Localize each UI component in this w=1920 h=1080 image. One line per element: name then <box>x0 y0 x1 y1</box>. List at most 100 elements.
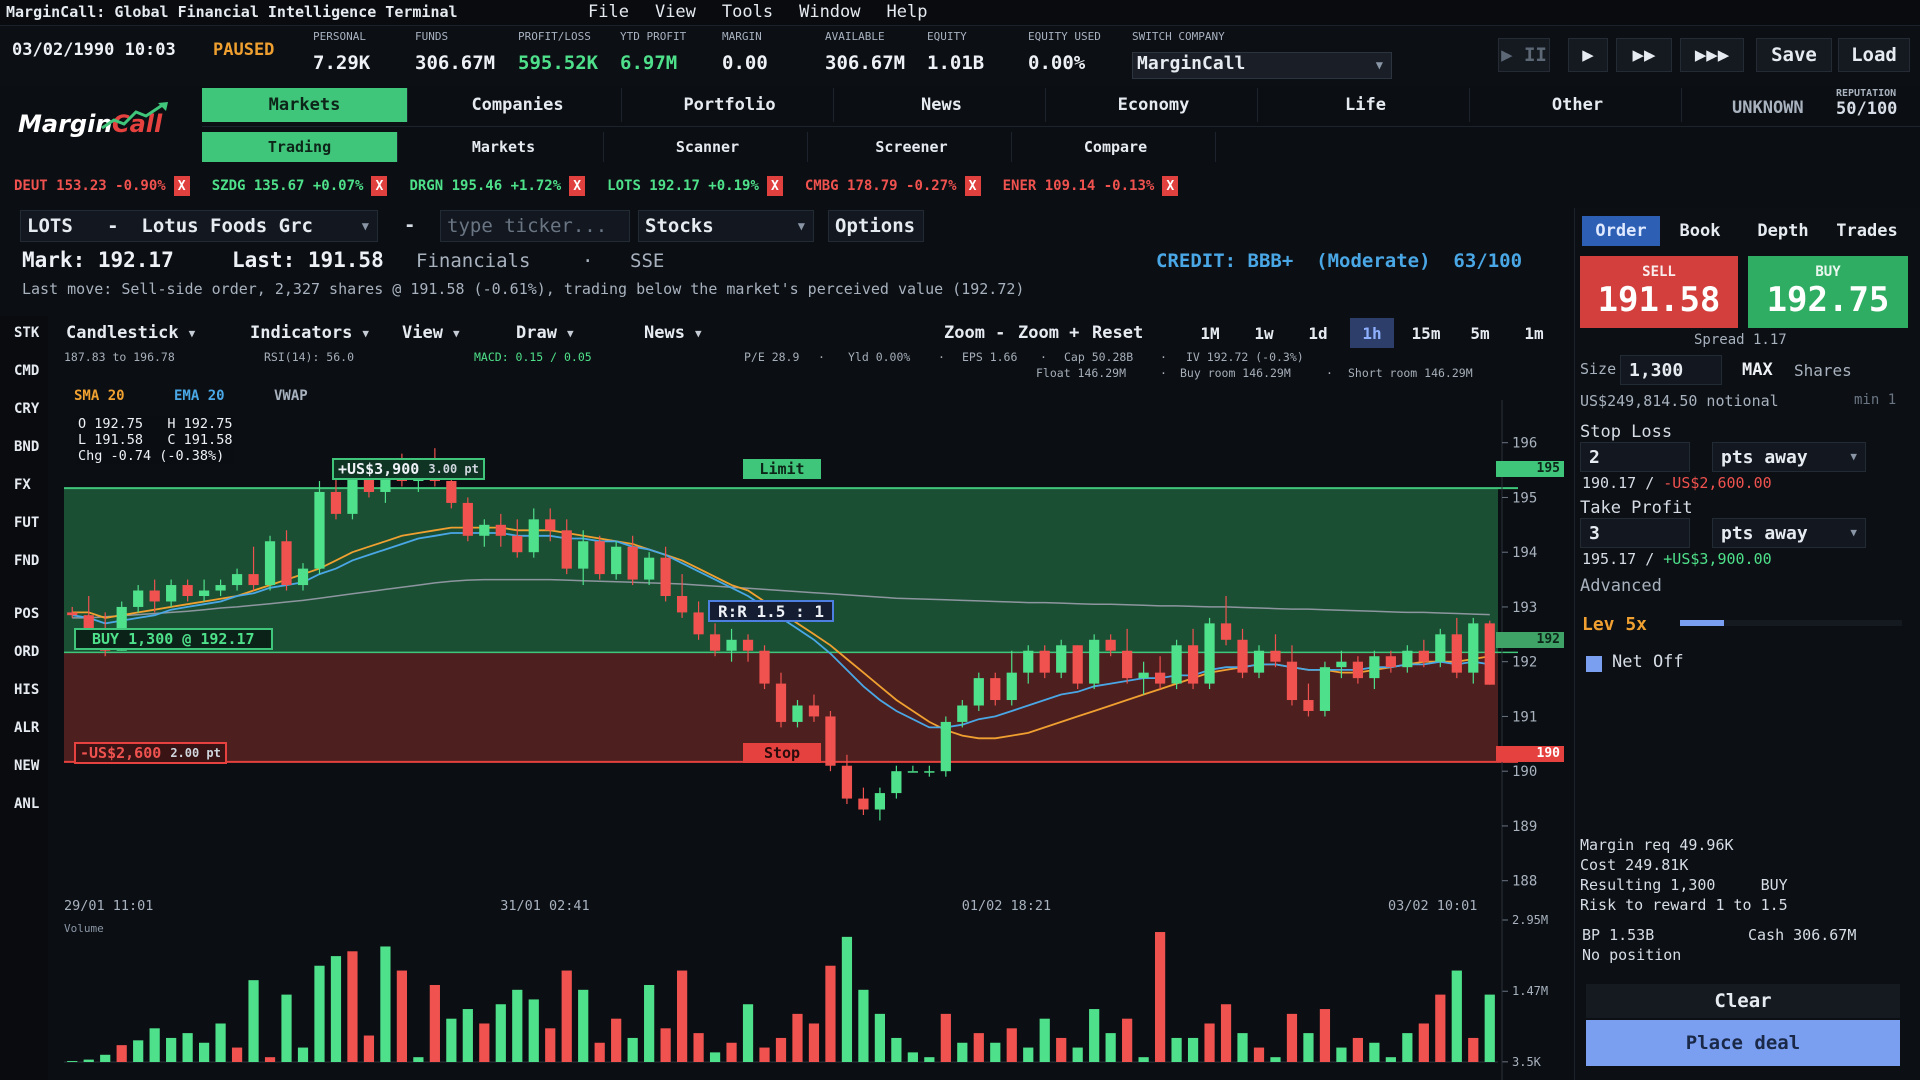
take-profit-input[interactable]: 3 <box>1580 518 1690 548</box>
menu-file[interactable]: File <box>588 2 629 22</box>
zoom-reset-button[interactable]: Reset <box>1092 320 1143 346</box>
options-button[interactable]: Options <box>828 210 924 242</box>
close-icon[interactable]: X <box>173 176 190 196</box>
rail-item-fnd[interactable]: FND <box>14 553 39 569</box>
buy-button[interactable]: BUY 192.75 <box>1748 256 1908 328</box>
stop-loss-tag[interactable]: -US$2,600 2.00 pt <box>74 742 227 764</box>
symbol-select[interactable]: LOTS - Lotus Foods Grc ▼ <box>20 210 378 242</box>
indicators-menu[interactable]: Indicators ▼ <box>250 320 369 346</box>
ticker-search-input[interactable]: type ticker... <box>440 210 630 242</box>
timeframe-1m[interactable]: 1m <box>1512 318 1556 348</box>
rail-item-anl[interactable]: ANL <box>14 796 39 812</box>
volume-bar <box>627 1037 638 1062</box>
watchlist-chip[interactable]: CMBG 178.79 -0.27% X <box>805 175 981 197</box>
rail-item-new[interactable]: NEW <box>14 758 39 774</box>
timeframe-15m[interactable]: 15m <box>1404 318 1448 348</box>
take-profit-tag[interactable]: +US$3,900 3.00 pt <box>332 458 485 480</box>
size-input[interactable]: 1,300 <box>1620 355 1722 385</box>
close-icon[interactable]: X <box>569 176 586 196</box>
rail-item-stk[interactable]: STK <box>14 325 39 341</box>
clear-button[interactable]: Clear <box>1586 984 1900 1018</box>
net-off-checkbox[interactable] <box>1586 656 1602 672</box>
tab-markets[interactable]: Markets <box>202 88 408 122</box>
sell-button[interactable]: SELL 191.58 <box>1580 256 1738 328</box>
tab-news[interactable]: News <box>838 88 1046 122</box>
rail-item-fx[interactable]: FX <box>14 477 31 493</box>
draw-menu[interactable]: Draw ▼ <box>516 320 574 346</box>
volume-bar <box>1451 970 1462 1062</box>
timeframe-1h[interactable]: 1h <box>1350 318 1394 348</box>
rail-item-pos[interactable]: POS <box>14 606 39 622</box>
rail-item-alr[interactable]: ALR <box>14 720 39 736</box>
stat-label-personal: PERSONAL <box>313 30 366 43</box>
menu-window[interactable]: Window <box>799 2 860 22</box>
asset-class-select[interactable]: Stocks ▼ <box>638 210 814 242</box>
tab-order[interactable]: Order <box>1582 216 1660 246</box>
tab-trades[interactable]: Trades <box>1828 216 1906 246</box>
watchlist-chip[interactable]: DRGN 195.46 +1.72% X <box>409 175 586 197</box>
price-range: 187.83 to 196.78 <box>64 350 175 364</box>
close-icon[interactable]: X <box>1162 176 1179 196</box>
subtab-screener[interactable]: Screener <box>812 132 1012 162</box>
subtab-compare[interactable]: Compare <box>1016 132 1216 162</box>
rail-item-cry[interactable]: CRY <box>14 401 39 417</box>
load-button[interactable]: Load <box>1838 38 1910 72</box>
subtab-scanner[interactable]: Scanner <box>608 132 808 162</box>
close-icon[interactable]: X <box>964 176 981 196</box>
zoom-out-button[interactable]: Zoom - <box>944 320 1005 346</box>
fastest-button[interactable]: ▶▶▶ <box>1680 38 1744 72</box>
close-icon[interactable]: X <box>371 176 388 196</box>
tab-life[interactable]: Life <box>1262 88 1470 122</box>
play-button[interactable]: ▶ <box>1568 38 1608 72</box>
watchlist-chip[interactable]: SZDG 135.67 +0.07% X <box>212 175 388 197</box>
company-select[interactable]: MarginCall ▼ <box>1132 52 1392 79</box>
subtab-trading[interactable]: Trading <box>202 132 398 162</box>
timeframe-5m[interactable]: 5m <box>1458 318 1502 348</box>
menu-view[interactable]: View <box>655 2 696 22</box>
tab-portfolio[interactable]: Portfolio <box>626 88 834 122</box>
candle-body <box>264 541 276 586</box>
view-menu[interactable]: View ▼ <box>402 320 460 346</box>
place-deal-button[interactable]: Place deal <box>1586 1020 1900 1066</box>
rail-item-his[interactable]: HIS <box>14 682 39 698</box>
stop-loss-points: 2.00 pt <box>170 746 221 760</box>
save-button[interactable]: Save <box>1756 38 1832 72</box>
chart-type-select[interactable]: Candlestick ▼ <box>66 320 195 346</box>
stop-loss-unit-select[interactable]: pts away ▼ <box>1712 442 1866 472</box>
watchlist-chip[interactable]: LOTS 192.17 +0.19% X <box>607 175 783 197</box>
advanced-toggle[interactable]: Advanced <box>1580 576 1662 596</box>
limit-label[interactable]: Limit <box>743 459 821 479</box>
watchlist-chip[interactable]: ENER 109.14 -0.13% X <box>1003 175 1179 197</box>
rail-item-ord[interactable]: ORD <box>14 644 39 660</box>
menu-tools[interactable]: Tools <box>722 2 773 22</box>
fast-forward-button[interactable]: ▶▶ <box>1616 38 1672 72</box>
news-menu[interactable]: News ▼ <box>644 320 702 346</box>
pause-button[interactable]: ▶ II <box>1498 38 1550 72</box>
max-size-button[interactable]: MAX <box>1742 360 1773 380</box>
volume-bar <box>726 1042 737 1062</box>
menu-help[interactable]: Help <box>887 2 928 22</box>
rail-item-cmd[interactable]: CMD <box>14 363 39 379</box>
watchlist-chip-text: DRGN 195.46 +1.72% <box>409 178 562 194</box>
leverage-slider[interactable] <box>1680 620 1902 626</box>
close-icon[interactable]: X <box>766 176 783 196</box>
stop-label[interactable]: Stop <box>743 743 821 763</box>
entry-tag[interactable]: BUY 1,300 @ 192.17 <box>74 628 273 650</box>
tab-companies[interactable]: Companies <box>414 88 622 122</box>
subtab-markets[interactable]: Markets <box>404 132 604 162</box>
timeframe-1M[interactable]: 1M <box>1188 318 1232 348</box>
tab-economy[interactable]: Economy <box>1050 88 1258 122</box>
stop-loss-input[interactable]: 2 <box>1580 442 1690 472</box>
rail-item-fut[interactable]: FUT <box>14 515 39 531</box>
watchlist-chip[interactable]: DEUT 153.23 -0.90% X <box>14 175 190 197</box>
news-label: News <box>644 323 685 343</box>
tab-depth[interactable]: Depth <box>1746 216 1820 246</box>
tab-book[interactable]: Book <box>1666 216 1734 246</box>
tab-other[interactable]: Other <box>1474 88 1682 122</box>
timeframe-1d[interactable]: 1d <box>1296 318 1340 348</box>
timeframe-1w[interactable]: 1w <box>1242 318 1286 348</box>
take-profit-unit-select[interactable]: pts away ▼ <box>1712 518 1866 548</box>
price-chart[interactable]: Volume 2.95M 1.47M 3.5K 196 195 194 193 192 191 1… <box>48 400 1570 1080</box>
zoom-in-button[interactable]: Zoom + <box>1018 320 1079 346</box>
rail-item-bnd[interactable]: BND <box>14 439 39 455</box>
